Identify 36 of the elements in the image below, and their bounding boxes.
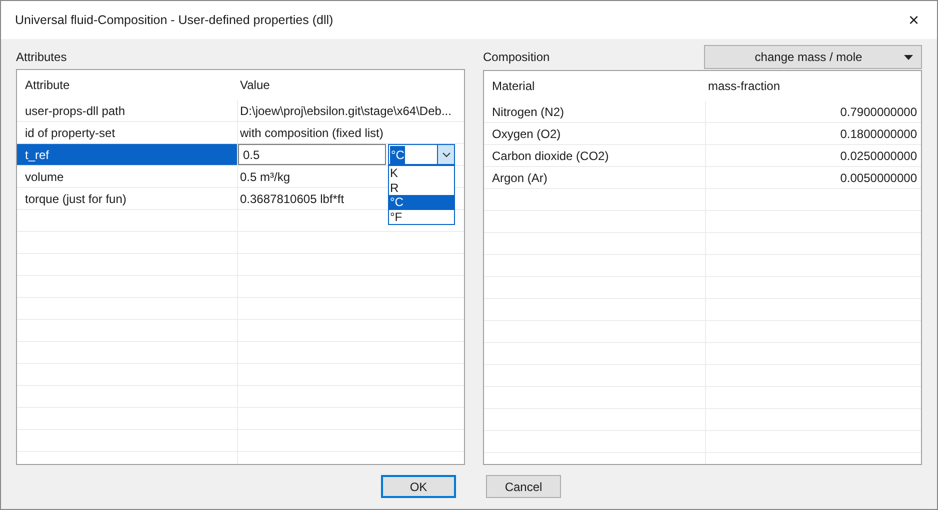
column-header: Value — [239, 77, 271, 94]
section-label: Attributes — [16, 49, 67, 66]
material-cell: Oxygen (O2) — [484, 123, 706, 144]
fraction-cell-text: 0.1800000000 — [839, 126, 918, 142]
material-cell: Argon (Ar) — [484, 167, 706, 188]
unit-option[interactable]: K — [389, 166, 454, 180]
value-field[interactable]: 0.5 — [238, 144, 386, 165]
selected-unit: °C — [390, 146, 406, 164]
section-label: Composition — [482, 49, 550, 66]
unit-option[interactable]: R — [389, 180, 454, 195]
fraction-cell-text: 0.0050000000 — [839, 170, 918, 186]
dialog-button[interactable]: Cancel — [486, 475, 561, 498]
unit-option[interactable]: °F — [389, 210, 454, 224]
fraction-cell-text: 0.7900000000 — [839, 104, 918, 120]
attribute-cell: volume — [17, 166, 238, 187]
attribute-cell: t_ref — [17, 144, 238, 165]
material-cell: Nitrogen (N2) — [484, 101, 706, 122]
value-cell: 0.5 m³/kg — [240, 170, 290, 184]
column-header: Material — [490, 78, 536, 95]
close-button[interactable]: × — [904, 11, 923, 29]
dropdown-arrow-icon — [904, 54, 913, 60]
attribute-cell: user-props-dll path — [17, 100, 238, 121]
unit-option[interactable]: °C — [389, 195, 454, 210]
value-cell: with composition (fixed list) — [240, 126, 384, 140]
mode-dropdown-button[interactable]: change mass / mole — [704, 45, 922, 69]
attribute-cell: id of property-set — [17, 122, 238, 143]
fraction-cell-text: 0.0250000000 — [839, 148, 918, 164]
attribute-cell: torque (just for fun) — [17, 188, 238, 209]
material-cell: Carbon dioxide (CO2) — [484, 145, 706, 166]
unit-dropdown[interactable]: °C — [388, 144, 455, 165]
window-title: Universal fluid-Composition - User-defined properties (dll) — [15, 12, 334, 29]
dialog-button[interactable]: OK — [381, 475, 456, 498]
column-header: mass-fraction — [706, 78, 782, 95]
value-cell: D:\joew\proj\ebsilon.git\stage\x64\Deb... — [240, 104, 452, 118]
value-cell: 0.3687810605 lbf*ft — [240, 192, 344, 206]
column-header: Attribute — [24, 77, 71, 94]
